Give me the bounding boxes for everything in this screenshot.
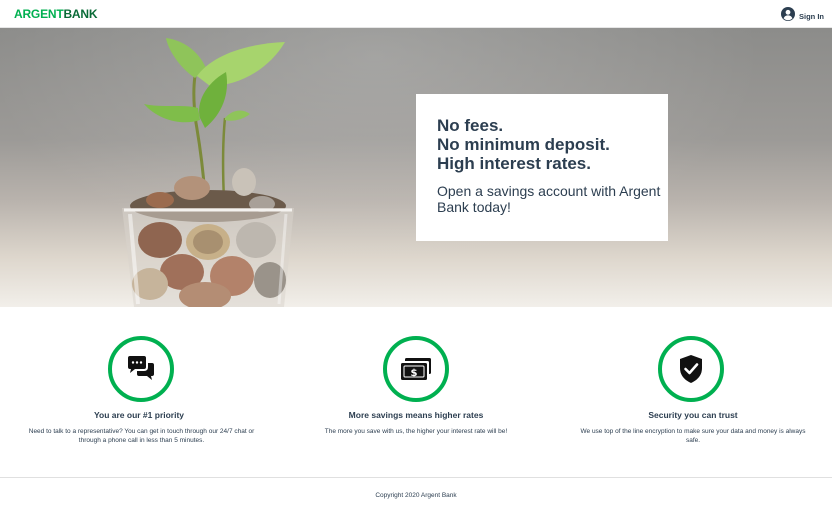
hero-headline: No fees. No minimum deposit. High intere… xyxy=(437,116,668,173)
feature-description: Need to talk to a representative? You ca… xyxy=(28,428,255,444)
hero-headline-line1: No fees. xyxy=(437,116,504,135)
svg-text:$: $ xyxy=(411,368,418,379)
hero-headline-line2: No minimum deposit. xyxy=(437,135,610,154)
user-circle-icon xyxy=(781,7,795,26)
feature-description: The more you save with us, the higher yo… xyxy=(324,428,508,435)
feature-description: We use top of the line encryption to mak… xyxy=(580,428,806,444)
hero-banner: No fees. No minimum deposit. High intere… xyxy=(0,28,832,307)
hero-subheadline: Open a savings account with Argent Bank … xyxy=(437,183,661,215)
feature-title: More savings means higher rates xyxy=(348,410,484,420)
sign-in-link[interactable]: Sign In xyxy=(781,7,824,26)
chat-icon xyxy=(108,336,174,402)
sign-in-label: Sign In xyxy=(799,12,824,21)
brand-logo-second: BANK xyxy=(63,7,98,21)
security-icon xyxy=(658,336,724,402)
money-icon: $ xyxy=(383,336,449,402)
brand-logo[interactable]: ARGENTBANK xyxy=(14,7,98,21)
feature-title: You are our #1 priority xyxy=(93,410,185,420)
hero-headline-line3: High interest rates. xyxy=(437,154,591,173)
features-section: You are our #1 priority Need to talk to … xyxy=(0,307,832,477)
main-nav: ARGENTBANK Sign In xyxy=(0,0,832,28)
feature-title: Security you can trust xyxy=(648,410,738,420)
copyright-text: Copyright 2020 Argent Bank xyxy=(375,492,457,499)
brand-logo-first: ARGENT xyxy=(14,7,64,21)
hero-promo-box: No fees. No minimum deposit. High intere… xyxy=(416,94,668,241)
footer: Copyright 2020 Argent Bank xyxy=(0,477,832,510)
